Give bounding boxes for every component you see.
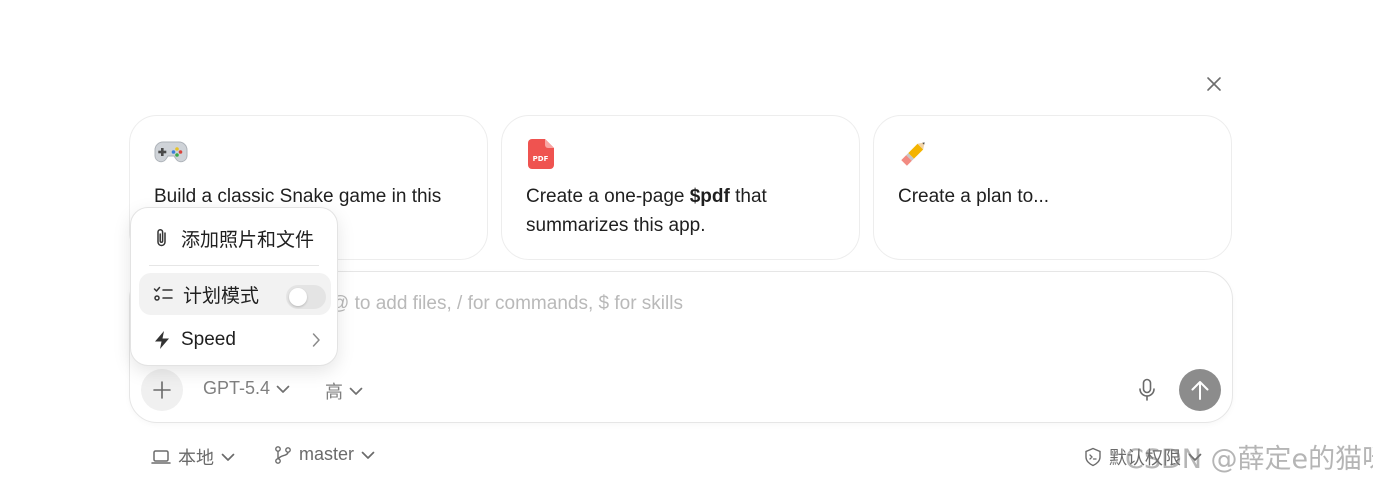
microphone-button[interactable]	[1134, 376, 1160, 404]
chevron-down-icon	[361, 451, 375, 459]
attach-menu: 添加照片和文件 计划模式 Speed	[130, 207, 338, 366]
watermark: CSDN @薛定e的猫咪	[1125, 444, 1373, 475]
menu-item-label: 计划模式	[183, 285, 260, 307]
chevron-down-icon	[276, 385, 290, 393]
checklist-icon	[153, 286, 173, 301]
suggestion-text: Create a one-page $pdf that summarizes t…	[526, 186, 767, 236]
pencil-icon	[898, 138, 934, 170]
reasoning-label: 高	[325, 382, 343, 402]
menu-item-label: 添加照片和文件	[181, 229, 315, 251]
branch-selector[interactable]: master	[274, 444, 375, 465]
shield-icon	[1085, 447, 1101, 467]
suggestion-card-pdf[interactable]: PDF Create a one-page $pdf that summariz…	[501, 115, 860, 260]
pdf-file-icon: PDF	[526, 138, 562, 170]
laptop-icon	[151, 450, 171, 464]
new-task-panel: Build a classic Snake game in this PDF C…	[0, 0, 1373, 478]
plan-mode-toggle[interactable]	[286, 285, 326, 309]
send-button[interactable]	[1179, 369, 1221, 411]
location-label: 本地	[178, 448, 214, 468]
chevron-right-icon	[312, 333, 320, 347]
suggestion-card-plan[interactable]: Create a plan to...	[873, 115, 1232, 260]
lightning-icon	[155, 331, 169, 349]
menu-item-plan-mode[interactable]: 计划模式	[139, 273, 331, 315]
close-button[interactable]	[1202, 72, 1226, 96]
add-button[interactable]	[141, 369, 183, 411]
svg-text:PDF: PDF	[533, 155, 549, 163]
menu-item-label: Speed	[181, 329, 236, 350]
menu-item-speed[interactable]: Speed	[139, 319, 331, 361]
suggestion-text: Create a plan to...	[898, 186, 1050, 207]
microphone-icon	[1139, 378, 1155, 401]
menu-divider	[149, 265, 319, 266]
toggle-knob	[289, 288, 307, 306]
model-label: GPT-5.4	[203, 378, 271, 398]
plus-icon	[153, 381, 171, 399]
chevron-down-icon	[349, 387, 363, 395]
chevron-down-icon	[221, 453, 235, 461]
reasoning-selector[interactable]: 高	[325, 378, 363, 404]
git-branch-icon	[275, 445, 291, 464]
close-icon	[1207, 77, 1221, 91]
model-selector[interactable]: GPT-5.4	[203, 378, 290, 399]
branch-label: master	[299, 444, 355, 464]
menu-item-add-files[interactable]: 添加照片和文件	[139, 217, 331, 259]
arrow-up-icon	[1191, 381, 1209, 400]
location-selector[interactable]: 本地	[151, 444, 235, 470]
prompt-input-placeholder[interactable]: @ to add files, / for commands, $ for sk…	[330, 293, 683, 315]
paperclip-icon	[157, 228, 166, 247]
game-controller-icon	[154, 138, 190, 170]
